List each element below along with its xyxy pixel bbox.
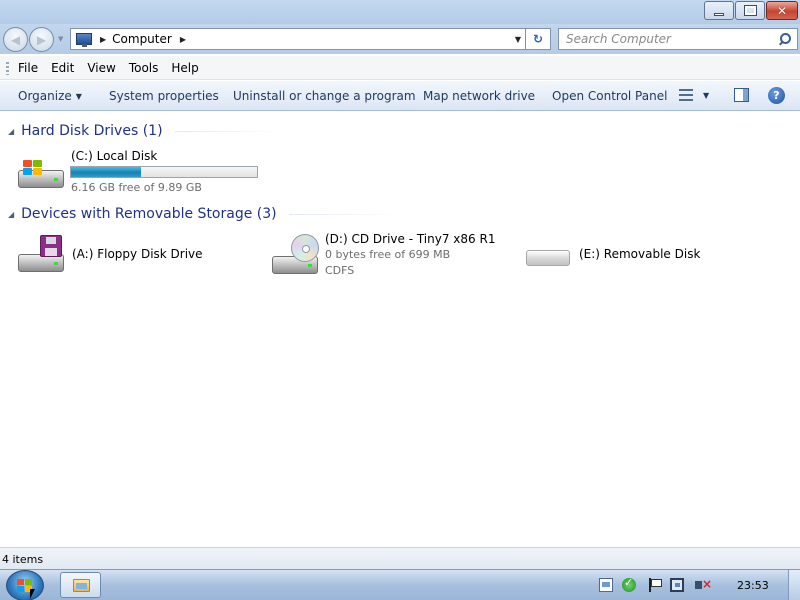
search-icon[interactable] [776, 31, 792, 47]
refresh-button[interactable]: ↻ [525, 28, 551, 50]
action-center-flag-icon[interactable] [647, 578, 662, 592]
show-desktop-button[interactable] [788, 570, 800, 600]
organize-button[interactable]: Organize ▼ [18, 89, 82, 103]
start-button[interactable] [6, 570, 44, 600]
forward-arrow-icon: ▶ [36, 32, 47, 47]
group-title: Hard Disk Drives (1) [21, 123, 163, 139]
back-arrow-icon: ◀ [10, 32, 21, 47]
breadcrumb-separator-icon[interactable]: ▶ [100, 35, 106, 44]
restore-icon [743, 5, 757, 16]
folder-icon [73, 579, 90, 592]
status-bar: 4 items [0, 547, 800, 569]
menu-edit[interactable]: Edit [51, 61, 74, 75]
group-hard-disk-drives[interactable]: ◢ Hard Disk Drives (1) [8, 123, 793, 139]
title-bar[interactable]: ✕ [0, 0, 800, 24]
capacity-bar-fill [71, 167, 142, 177]
drive-d-cd[interactable]: (D:) CD Drive - Tiny7 x86 R1 0 bytes fre… [270, 232, 510, 278]
drive-name: (D:) CD Drive - Tiny7 x86 R1 [325, 232, 496, 246]
close-icon: ✕ [776, 3, 788, 18]
back-button[interactable]: ◀ [3, 27, 28, 52]
volume-muted-icon[interactable] [695, 578, 712, 592]
collapse-group-icon[interactable]: ◢ [8, 127, 14, 136]
breadcrumb-computer[interactable]: Computer [112, 32, 172, 46]
uninstall-program-button[interactable]: Uninstall or change a program [233, 89, 416, 103]
drive-name: (E:) Removable Disk [579, 247, 701, 261]
drive-free-space: 6.16 GB free of 9.89 GB [71, 181, 202, 194]
windows-logo-icon [23, 160, 45, 178]
help-icon[interactable]: ? [768, 87, 785, 104]
menu-help[interactable]: Help [171, 61, 198, 75]
drive-name: (A:) Floppy Disk Drive [72, 247, 203, 261]
menu-tools[interactable]: Tools [129, 61, 159, 75]
recent-pages-dropdown[interactable]: ▼ [58, 35, 63, 43]
map-network-drive-button[interactable]: Map network drive [423, 89, 535, 103]
computer-icon [76, 33, 92, 47]
tray-document-icon[interactable] [599, 578, 613, 592]
address-history-dropdown-icon[interactable]: ▼ [515, 35, 521, 44]
search-box[interactable]: Search Computer [558, 28, 798, 50]
forward-button[interactable]: ▶ [29, 27, 54, 52]
removable-disk-icon [526, 250, 570, 266]
preview-pane-icon[interactable] [734, 88, 749, 102]
tray-security-icon[interactable] [622, 576, 636, 592]
drive-e-removable[interactable]: (E:) Removable Disk [524, 232, 724, 278]
organize-label: Organize [18, 89, 72, 103]
group-title: Devices with Removable Storage (3) [21, 206, 277, 222]
close-button[interactable]: ✕ [766, 1, 798, 20]
caption-buttons: ✕ [704, 1, 798, 20]
refresh-icon: ↻ [532, 32, 544, 46]
maximize-button[interactable] [735, 1, 765, 20]
floppy-disk-icon [40, 235, 62, 257]
navigation-bar: ◀ ▶ ▼ ▶ Computer ▶ ▼ ↻ Search Computer [0, 24, 800, 54]
drive-c-local-disk[interactable]: (C:) Local Disk 6.16 GB free of 9.89 GB [16, 148, 266, 194]
taskbar-explorer-button[interactable] [60, 572, 101, 598]
drive-a-floppy[interactable]: (A:) Floppy Disk Drive [16, 232, 246, 278]
taskbar: 23:53 [0, 569, 800, 600]
breadcrumb-chevron-icon[interactable]: ▶ [180, 35, 186, 44]
content-area[interactable]: ◢ Hard Disk Drives (1) (C:) Local Disk 6… [0, 112, 800, 547]
drive-free-space: 0 bytes free of 699 MB [325, 248, 451, 261]
drive-filesystem: CDFS [325, 264, 355, 277]
menu-view[interactable]: View [87, 61, 115, 75]
open-control-panel-button[interactable]: Open Control Panel [552, 89, 667, 103]
group-divider [288, 213, 399, 215]
view-options-dropdown-icon[interactable]: ▼ [703, 91, 709, 100]
menu-grip [6, 62, 9, 75]
address-bar[interactable]: ▶ Computer ▶ ▼ [70, 28, 525, 50]
organize-dropdown-icon: ▼ [75, 92, 82, 101]
capacity-bar [70, 166, 258, 178]
menu-bar: File Edit View Tools Help [0, 56, 800, 80]
group-removable-storage[interactable]: ◢ Devices with Removable Storage (3) [8, 206, 793, 222]
menu-file[interactable]: File [18, 61, 38, 75]
change-view-icon[interactable] [679, 89, 693, 101]
minimize-icon [714, 13, 724, 16]
group-divider [174, 130, 285, 132]
drive-name: (C:) Local Disk [71, 149, 158, 163]
system-properties-button[interactable]: System properties [109, 89, 219, 103]
clock[interactable]: 23:53 [737, 579, 769, 592]
cd-disc-icon [291, 234, 319, 262]
collapse-group-icon[interactable]: ◢ [8, 210, 14, 219]
mouse-cursor-icon [30, 589, 35, 599]
search-input[interactable]: Search Computer [566, 32, 776, 46]
network-icon[interactable] [670, 578, 684, 592]
minimize-button[interactable] [704, 1, 734, 20]
item-count: 4 items [2, 553, 44, 566]
